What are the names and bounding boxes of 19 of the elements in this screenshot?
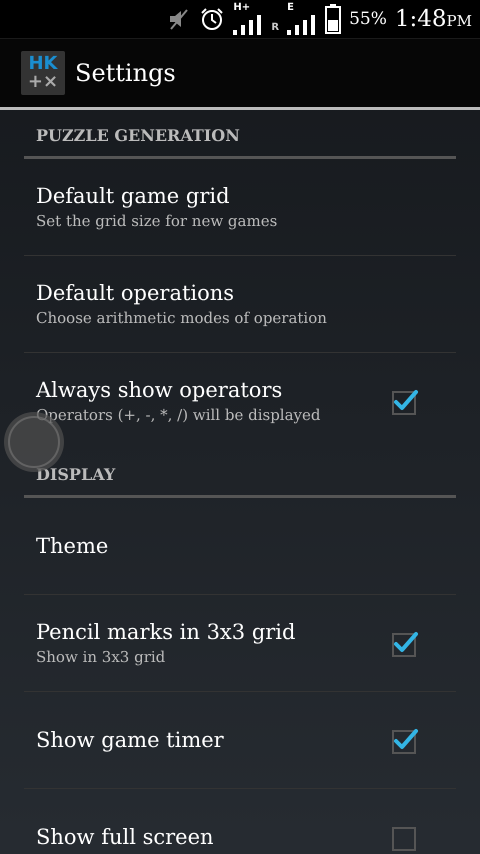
screen-title: Settings	[75, 59, 176, 87]
roaming-label: R	[271, 23, 280, 33]
settings-item[interactable]: Always show operators Operators (+, -, *, /) will be displayed	[0, 353, 480, 449]
alarm-icon	[199, 6, 226, 32]
settings-item[interactable]: Show full screen	[0, 789, 480, 854]
settings-item[interactable]: Theme	[0, 498, 480, 594]
settings-item[interactable]: Show game timer	[0, 692, 480, 788]
section-header: PUZZLE GENERATION	[24, 110, 456, 159]
battery-icon	[325, 4, 342, 34]
signal-icon	[287, 13, 318, 35]
settings-item[interactable]: Default game grid Set the grid size for new games	[0, 159, 480, 255]
signal-icon	[233, 13, 264, 35]
network-type-label: E	[287, 3, 294, 13]
network-type-label: H+	[233, 3, 250, 13]
settings-item[interactable]: Default operations Choose arithmetic modes of operation	[0, 256, 480, 352]
clock: 1:48PM	[394, 6, 472, 32]
settings-item[interactable]: Pencil marks in 3x3 grid Show in 3x3 grid	[0, 595, 480, 691]
app-logo: HK +×	[21, 51, 65, 95]
battery-percent: 55%	[349, 9, 387, 29]
